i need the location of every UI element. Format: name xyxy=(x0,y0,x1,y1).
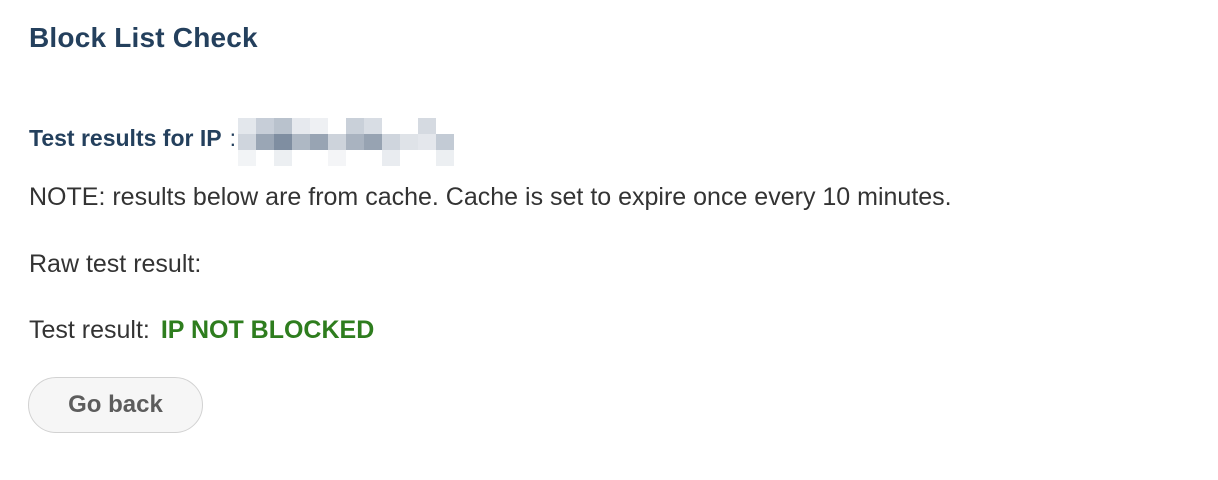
page-title: Block List Check xyxy=(29,22,258,53)
results-heading-label: Test results for IP xyxy=(29,124,222,151)
test-result-label: Test result: xyxy=(29,316,150,344)
cache-note: NOTE: results below are from cache. Cach… xyxy=(29,183,952,211)
redacted-ip-address xyxy=(236,118,454,166)
test-result-status: IP NOT BLOCKED xyxy=(160,316,375,344)
raw-test-result: Raw test result: xyxy=(29,250,201,279)
go-back-button[interactable]: Go back xyxy=(28,377,203,433)
raw-test-result-label: Raw test result: xyxy=(29,250,202,278)
results-heading: Test results for IP : xyxy=(29,114,454,166)
test-result: Test result: IP NOT BLOCKED xyxy=(29,316,374,345)
